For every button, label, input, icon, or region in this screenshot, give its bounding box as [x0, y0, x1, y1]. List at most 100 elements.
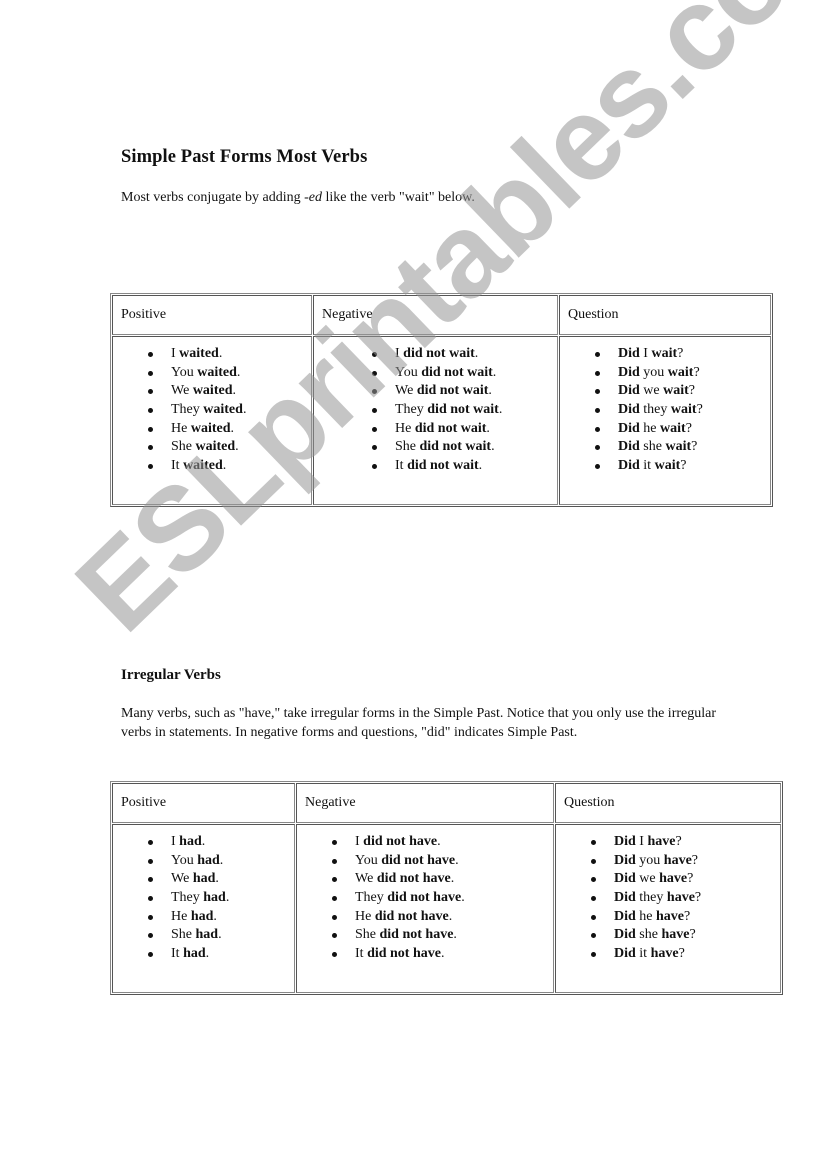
verb-form-bold: had — [192, 871, 216, 887]
bullet-icon — [148, 858, 153, 864]
bullet-icon — [372, 445, 377, 451]
form-text: . — [201, 834, 206, 849]
form-text: . — [218, 346, 223, 361]
verb-form-bold: waited — [203, 402, 243, 418]
form-text: ? — [688, 383, 696, 399]
list-item: He waited. — [113, 420, 311, 439]
header-positive: Positive — [112, 783, 295, 823]
verb-form-bold: Did — [614, 890, 640, 906]
form-text: . — [498, 402, 503, 418]
form-text: He — [171, 420, 191, 436]
bullet-icon — [148, 877, 153, 883]
form-text: ? — [696, 402, 703, 418]
form-text: It — [171, 458, 184, 474]
table-header-row: Positive Negative Question — [112, 783, 781, 823]
question-forms-cell: Did I wait? Did you wait? Did we wait? Did … — [559, 336, 771, 505]
verb-form-bold: have — [666, 890, 695, 906]
list-item: She did not have. — [297, 926, 553, 945]
form-text: You — [355, 852, 382, 868]
list-item: He had. — [113, 908, 294, 927]
verb-form-bold: waited — [179, 346, 219, 361]
verb-form-bold: did not have — [379, 927, 454, 943]
header-question: Question — [555, 783, 781, 823]
list-item: Did they have? — [556, 889, 780, 908]
form-text: she — [643, 439, 666, 455]
bullet-icon — [148, 464, 153, 470]
list-item: Did you wait? — [560, 364, 770, 383]
form-text: they — [639, 890, 667, 906]
list-item: We did not have. — [297, 870, 553, 889]
form-text: ? — [675, 834, 682, 849]
form-text: It — [395, 458, 408, 474]
form-text: She — [395, 439, 420, 455]
form-text: . — [235, 439, 239, 455]
verb-form-bold: Did — [614, 852, 640, 868]
verb-form-bold: did not wait — [421, 364, 493, 380]
form-text: you — [643, 364, 668, 380]
form-text: . — [236, 364, 241, 380]
form-text: . — [492, 364, 497, 380]
verb-form-bold: Did — [618, 458, 644, 474]
list-item: I did not have. — [297, 833, 553, 852]
positive-forms-list: I had. You had. We had. They had. He had. She… — [113, 825, 294, 964]
list-item: We did not wait. — [314, 382, 557, 401]
form-text: ? — [677, 346, 684, 361]
intro-text-after: like the verb "wait" below. — [322, 190, 475, 205]
intro-suffix-ed: -ed — [304, 190, 323, 205]
form-text: ? — [693, 364, 700, 380]
have-conjugation-table: Positive Negative Question I had. You had… — [110, 781, 783, 995]
form-text: They — [355, 890, 388, 906]
bullet-icon — [148, 426, 153, 432]
form-text: . — [232, 383, 236, 399]
bullet-icon — [148, 445, 153, 451]
verb-form-bold: waited — [183, 458, 223, 474]
list-item: Did we have? — [556, 870, 780, 889]
form-text: . — [205, 946, 210, 962]
verb-form-bold: have — [661, 927, 690, 943]
list-item: She waited. — [113, 438, 311, 457]
form-text: She — [171, 927, 196, 943]
form-text: . — [461, 890, 465, 906]
form-text: We — [395, 383, 417, 399]
form-text: ? — [678, 946, 685, 962]
verb-form-bold: had — [183, 946, 206, 962]
verb-form-bold: did not wait — [414, 420, 487, 436]
form-text: . — [242, 402, 247, 418]
bullet-icon — [148, 389, 153, 395]
form-text: We — [355, 871, 377, 887]
question-forms-cell: Did I have? Did you have? Did we have? Did … — [555, 824, 781, 993]
bullet-icon — [591, 858, 596, 864]
negative-forms-list: I did not have. You did not have. We did n… — [297, 825, 553, 964]
form-text: You — [395, 364, 422, 380]
verb-form-bold: waited — [197, 364, 237, 380]
form-text: . — [455, 852, 459, 868]
section2-intro: Many verbs, such as "have," take irregul… — [121, 706, 716, 740]
verb-form-bold: wait — [665, 439, 692, 455]
bullet-icon — [148, 370, 153, 376]
list-item: They did not have. — [297, 889, 553, 908]
list-item: You did not have. — [297, 852, 553, 871]
form-text: ? — [687, 871, 694, 887]
verb-form-bold: wait — [651, 346, 678, 361]
form-text: ? — [691, 439, 698, 455]
section1-intro: Most verbs conjugate by adding -ed like … — [121, 190, 475, 206]
list-item: It did not have. — [297, 945, 553, 964]
list-item: I had. — [113, 833, 294, 852]
bullet-icon — [372, 389, 377, 395]
form-text: . — [225, 890, 230, 906]
bullet-icon — [595, 445, 600, 451]
verb-form-bold: wait — [667, 364, 694, 380]
header-positive: Positive — [112, 295, 312, 335]
form-text: . — [478, 458, 483, 474]
list-item: He did not wait. — [314, 420, 557, 439]
form-text: you — [639, 852, 664, 868]
bullet-icon — [372, 426, 377, 432]
form-text: I — [171, 346, 180, 361]
verb-form-bold: had — [203, 890, 226, 906]
bullet-icon — [332, 933, 337, 939]
verb-form-bold: Did — [614, 908, 640, 924]
form-text: . — [450, 871, 455, 887]
verb-form-bold: waited — [192, 383, 233, 399]
question-forms-list: Did I wait? Did you wait? Did we wait? Did … — [560, 337, 770, 476]
form-text: . — [453, 927, 457, 943]
